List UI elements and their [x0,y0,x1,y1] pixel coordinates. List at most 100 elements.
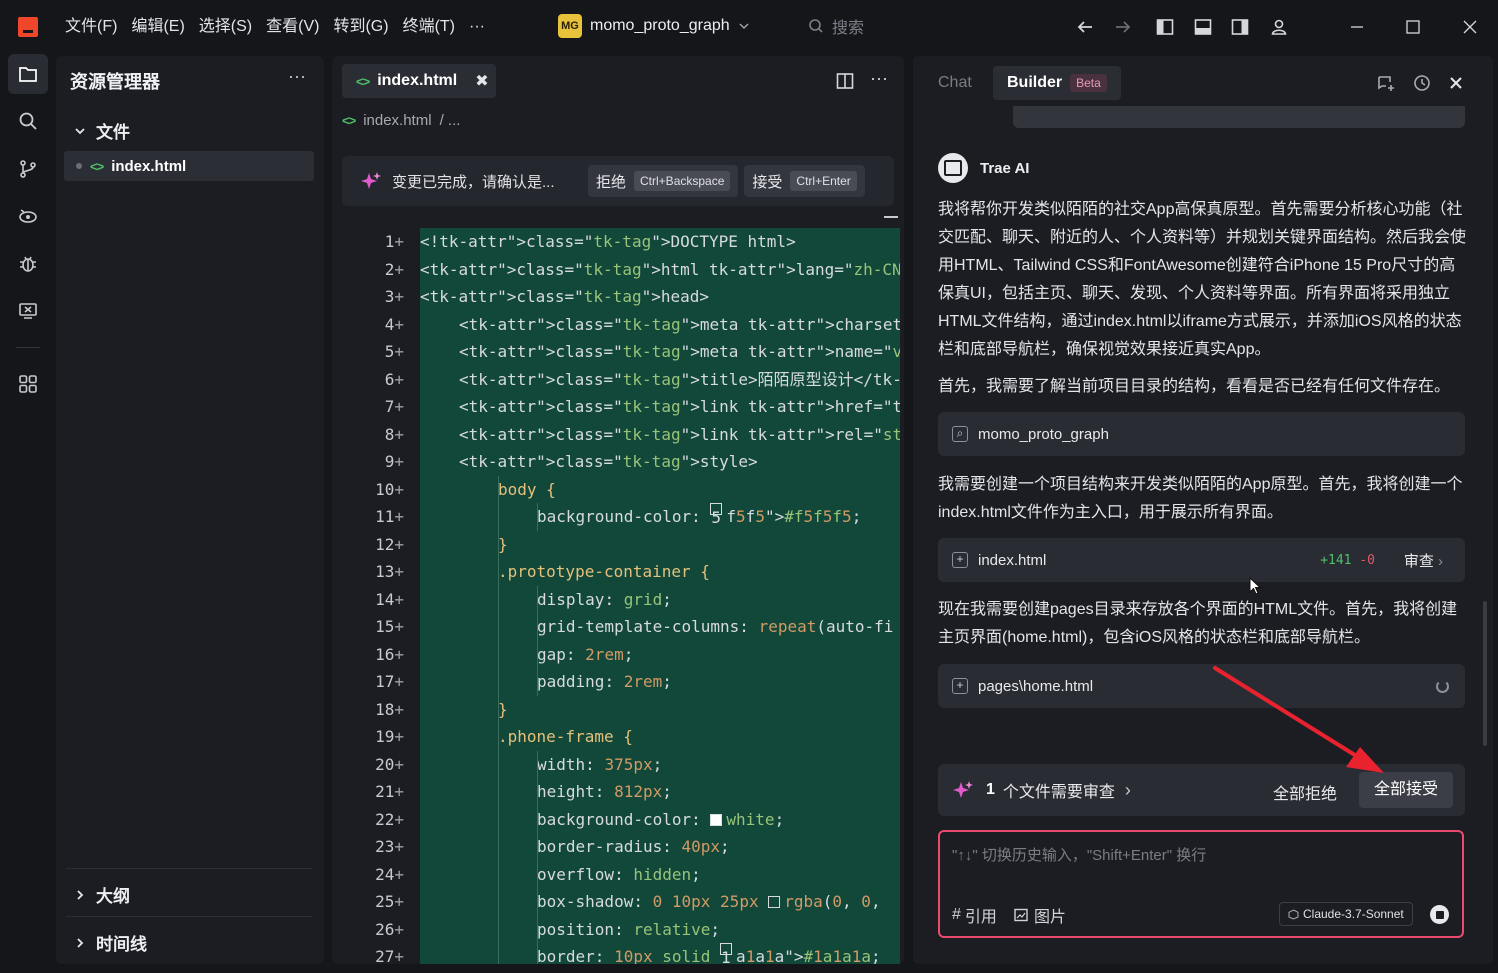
chat-input-box[interactable]: "↑↓" 切换历史输入，"Shift+Enter" 换行 # 引用 图片 Cla… [938,830,1464,938]
maximize-window-icon[interactable] [1400,14,1426,40]
close-panel-icon[interactable] [1445,72,1467,94]
toggle-bottom-panel-icon[interactable] [1190,14,1216,40]
code-line[interactable]: 4+ <tk-attr">class="tk-tag">meta tk-attr"… [332,310,904,338]
reject-change-button[interactable]: 拒绝 Ctrl+Backspace [588,165,739,197]
preview-eye-icon[interactable] [8,196,48,236]
split-editor-icon[interactable] [836,72,854,95]
code-line[interactable]: 7+ <tk-attr">class="tk-tag">link tk-attr"… [332,393,904,421]
section-files[interactable]: 文件 [74,118,130,143]
file-item-index-html[interactable]: <> index.html [64,151,314,181]
code-line[interactable]: 15+ grid-template-columns: repeat(auto-fi [332,613,904,641]
code-line[interactable]: 22+ background-color: white; [332,805,904,833]
code-text: position: relative; [420,915,900,943]
tab-builder[interactable]: Builder Beta [993,66,1121,100]
accept-change-button[interactable]: 接受 Ctrl+Enter [744,165,865,197]
code-line[interactable]: 9+ <tk-attr">class="tk-tag">style> [332,448,904,476]
menu-edit[interactable]: 编辑(E) [124,12,191,42]
menu-select[interactable]: 选择(S) [192,12,259,42]
menu-goto[interactable]: 转到(G) [326,12,395,42]
search-box[interactable]: 搜索 [808,14,864,38]
code-line[interactable]: 8+ <tk-attr">class="tk-tag">link tk-attr"… [332,420,904,448]
close-tab-icon[interactable]: ✖ [475,71,488,91]
code-line[interactable]: 16+ gap: 2rem; [332,640,904,668]
back-arrow-icon[interactable] [1072,14,1098,40]
section-outline[interactable]: 大纲 [74,882,130,907]
toggle-right-panel-icon[interactable] [1227,14,1253,40]
code-line[interactable]: 11+ background-color: 5 f5f5">#f5f5f5; [332,503,904,531]
accept-all-button[interactable]: 全部接受 [1359,772,1453,808]
editor-more-button[interactable]: ··· [870,68,888,89]
code-line[interactable]: 10+ body { [332,475,904,503]
code-line[interactable]: 21+ height: 812px; [332,778,904,806]
code-line[interactable]: 23+ border-radius: 40px; [332,833,904,861]
line-number: 2+ [384,259,404,279]
explorer-more-button[interactable]: ··· [288,66,306,87]
menu-terminal[interactable]: 终端(T) [396,12,462,42]
code-line[interactable]: 12+} [332,530,904,558]
code-line[interactable]: 18+} [332,695,904,723]
debug-bug-icon[interactable] [8,244,48,284]
line-number: 7+ [384,397,404,416]
remote-monitor-icon[interactable] [8,291,48,331]
code-line[interactable]: 14+ display: grid; [332,585,904,613]
tool-card-list-dir[interactable]: ⌕ momo_proto_graph [938,412,1465,456]
loading-spinner-icon [1436,679,1449,693]
code-text: padding: 2rem; [420,668,900,696]
menu-file[interactable]: 文件(F) [58,12,124,42]
code-line[interactable]: 20+ width: 375px; [332,750,904,778]
code-line[interactable]: 2+ <tk-attr">class="tk-tag">html tk-attr"… [332,255,904,283]
code-line[interactable]: 26+ position: relative; [332,915,904,943]
model-selector[interactable]: Claude-3.7-Sonnet [1279,902,1413,926]
code-line[interactable]: 27+ border: 10px solid 1 a1a1a">#1a1a1a; [332,943,904,964]
code-line[interactable]: 1+ <!tk-attr">class="tk-tag">DOCTYPE html… [332,228,904,256]
explorer-icon[interactable] [8,54,48,94]
review-link[interactable]: 审查 › [1404,550,1443,571]
reject-all-button[interactable]: 全部拒绝 [1273,780,1337,804]
explorer-title: 资源管理器 [70,72,160,92]
code-area[interactable]: 1+ <!tk-attr">class="tk-tag">DOCTYPE html… [332,228,904,964]
stop-generation-button[interactable] [1430,905,1449,924]
accept-shortcut: Ctrl+Enter [790,171,857,191]
line-number: 25+ [375,892,404,911]
new-chat-icon[interactable] [1375,72,1397,94]
tool-card-create-home[interactable]: + pages\home.html [938,664,1465,708]
code-line[interactable]: 25+ box-shadow: 0 10px 25px rgba(0, 0, [332,888,904,916]
source-control-icon[interactable] [8,149,48,189]
mouse-cursor-icon [1249,577,1261,595]
line-number: 14+ [375,589,404,609]
history-clock-icon[interactable] [1411,72,1433,94]
tab-builder-label: Builder [1007,74,1063,91]
forward-arrow-icon[interactable] [1110,14,1136,40]
pending-files-link[interactable]: 个文件需要审查 [1003,778,1115,802]
tool-card-create-index[interactable]: + index.html +141 -0 审查 › [938,538,1465,582]
section-files-label: 文件 [96,123,130,142]
menu-more[interactable]: ··· [462,12,492,42]
search-icon[interactable] [8,101,48,141]
assistant-message: 我将帮你开发类似陌陌的社交App高保真原型。首先需要分析核心功能（社交匹配、聊天… [938,201,1467,358]
minimize-window-icon[interactable] [1344,14,1370,40]
editor-tab-index-html[interactable]: <> index.html ✖ [342,64,496,98]
toggle-left-panel-icon[interactable] [1152,14,1178,40]
breadcrumb: <> index.html / ... [342,112,460,129]
reference-button[interactable]: # 引用 [952,903,997,927]
image-button[interactable]: 图片 [1014,903,1066,927]
extensions-grid-icon[interactable] [8,364,48,404]
code-line[interactable]: 17+ padding: 2rem; [332,668,904,696]
code-line[interactable]: 24+ overflow: hidden; [332,860,904,888]
breadcrumb-file[interactable]: index.html [363,112,431,129]
chevron-down-icon [75,127,85,134]
project-switcher[interactable]: MG momo_proto_graph [558,14,750,38]
line-number: 11+ [375,507,404,526]
code-line[interactable]: 5+ <tk-attr">class="tk-tag">meta tk-attr"… [332,338,904,366]
code-line[interactable]: 6+ <tk-attr">class="tk-tag">title>陌陌原型设计<… [332,365,904,393]
section-timeline[interactable]: 时间线 [74,930,147,955]
menu-view[interactable]: 查看(V) [259,12,326,42]
chat-scrollbar[interactable] [1483,601,1487,746]
code-line[interactable]: 13+ .prototype-container { [332,558,904,586]
code-line[interactable]: 19+ .phone-frame { [332,723,904,751]
account-icon[interactable] [1266,14,1292,40]
close-window-icon[interactable] [1457,14,1483,40]
tab-chat[interactable]: Chat [938,74,972,92]
code-text: <tk-attr">class="tk-tag">link tk-attr">h… [420,393,900,421]
code-line[interactable]: 3+ <tk-attr">class="tk-tag">head> [332,283,904,311]
